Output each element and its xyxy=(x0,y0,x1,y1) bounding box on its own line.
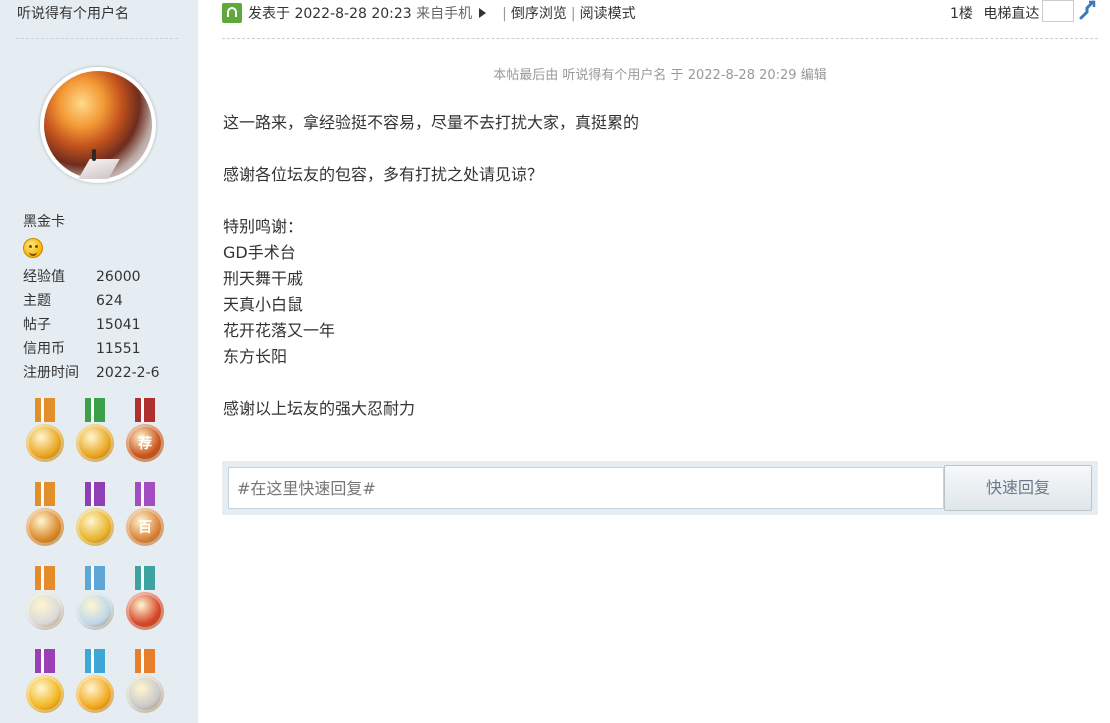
avatar-image xyxy=(44,71,152,179)
post-content: 这一路来，拿经验挺不容易，尽量不去打扰大家，真挺累的 感谢各位坛友的包容，多有打… xyxy=(223,110,639,422)
medal-disc xyxy=(76,675,114,713)
arrow-right-icon[interactable] xyxy=(479,8,487,18)
medal-disc xyxy=(76,592,114,630)
medal-disc xyxy=(26,424,64,462)
jump-arrow-icon[interactable] xyxy=(1078,0,1098,20)
medal-ribbon xyxy=(135,649,155,673)
avatar[interactable] xyxy=(40,67,156,183)
post-author-icon xyxy=(222,3,242,23)
stat-label: 信用币 xyxy=(23,341,65,357)
medal-disc xyxy=(126,675,164,713)
reverse-view-link[interactable]: 倒序浏览 xyxy=(511,6,567,22)
medal-ribbon xyxy=(85,482,105,506)
hundred-medal-icon[interactable]: 百 xyxy=(122,482,168,552)
author-sidebar: 听说得有个用户名 黑金卡 经验值 26000 主题 624 帖子 15041 信用币 1… xyxy=(0,0,198,723)
stat-label: 注册时间 xyxy=(23,365,79,381)
medal-ribbon xyxy=(35,649,55,673)
elevator-label: 电梯直达 xyxy=(983,6,1040,22)
drop-medal-icon[interactable] xyxy=(72,566,118,636)
header-divider xyxy=(222,38,1098,39)
medal-ribbon xyxy=(135,566,155,590)
sidebar-divider xyxy=(16,38,178,39)
divider: | xyxy=(502,6,507,22)
thanks-name: 天真小白鼠 xyxy=(223,295,304,314)
stat-row: 经验值 26000 xyxy=(23,265,160,289)
quick-reply-box: 快速回复 xyxy=(222,461,1098,515)
thanks-title: 特别鸣谢： xyxy=(223,217,304,236)
stat-value: 2022-2-6 xyxy=(96,365,160,381)
stat-row: 信用币 11551 xyxy=(23,337,160,361)
edit-note: 本帖最后由 听说得有个用户名 于 2022-8-28 20:29 编辑 xyxy=(493,68,827,83)
star-medal-icon[interactable] xyxy=(22,398,68,468)
circle-medal-icon[interactable] xyxy=(122,566,168,636)
stat-row: 主题 624 xyxy=(23,289,160,313)
post-line: 感谢以上坛友的强大忍耐力 xyxy=(223,399,416,418)
stat-label: 经验值 xyxy=(23,269,65,285)
thanks-name: 花开花落又一年 xyxy=(223,321,336,340)
medal-disc xyxy=(26,508,64,546)
gear-medal-icon[interactable] xyxy=(22,566,68,636)
medal-ribbon xyxy=(85,566,105,590)
eye-medal-icon[interactable] xyxy=(22,649,68,719)
stat-label: 帖子 xyxy=(23,317,51,333)
medal-ribbon xyxy=(35,482,55,506)
medal-ribbon xyxy=(85,398,105,422)
medal-disc: 百 xyxy=(126,508,164,546)
thanks-name: 东方长阳 xyxy=(223,347,288,366)
post-meta: 发表于 2022-8-28 20:23 来自手机 | 倒序浏览 | 阅读模式 xyxy=(248,3,636,23)
post-line: 感谢各位坛友的包容，多有打扰之处请见谅？ xyxy=(223,165,544,184)
stat-row: 帖子 15041 xyxy=(23,313,160,337)
floor-number: 1楼 xyxy=(950,6,973,22)
medal-ribbon xyxy=(85,649,105,673)
read-mode-link[interactable]: 阅读模式 xyxy=(580,6,636,22)
medal-disc xyxy=(76,508,114,546)
recommend-medal-icon[interactable]: 荐 xyxy=(122,398,168,468)
medal-disc xyxy=(26,592,64,630)
checker-medal-icon[interactable] xyxy=(22,482,68,552)
stat-value[interactable]: 624 xyxy=(96,293,123,309)
elevator-input[interactable] xyxy=(1042,0,1074,22)
smiley-face-icon xyxy=(23,238,43,258)
medal-ribbon xyxy=(135,398,155,422)
people-medal-icon[interactable] xyxy=(72,398,118,468)
thanks-name: 刑天舞干戚 xyxy=(223,269,304,288)
stat-value[interactable]: 26000 xyxy=(96,269,141,285)
stat-value[interactable]: 15041 xyxy=(96,317,141,333)
post-line: 这一路来，拿经验挺不容易，尽量不去打扰大家，真挺累的 xyxy=(223,113,640,132)
floor-info: 1楼 电梯直达 xyxy=(950,3,1039,23)
medal-disc xyxy=(126,592,164,630)
medal-disc xyxy=(26,675,64,713)
quick-reply-button[interactable]: 快速回复 xyxy=(944,465,1092,511)
card-medal-icon[interactable] xyxy=(72,649,118,719)
post-header: 发表于 2022-8-28 20:23 来自手机 | 倒序浏览 | 阅读模式 1楼 电梯… xyxy=(222,0,1100,26)
clock-medal-icon[interactable] xyxy=(72,482,118,552)
medal-ribbon xyxy=(35,566,55,590)
post-time: 发表于 2022-8-28 20:23 xyxy=(248,6,412,22)
from-device[interactable]: 来自手机 xyxy=(416,6,472,22)
medal-disc xyxy=(76,424,114,462)
divider: | xyxy=(570,6,576,22)
user-stats: 经验值 26000 主题 624 帖子 15041 信用币 11551 注册时间 2022… xyxy=(23,265,160,385)
user-level[interactable]: 黑金卡 xyxy=(23,211,65,231)
author-username[interactable]: 听说得有个用户名 xyxy=(17,3,129,23)
medal-ribbon xyxy=(135,482,155,506)
flower-medal-icon[interactable] xyxy=(122,649,168,719)
medal-disc: 荐 xyxy=(126,424,164,462)
stat-value[interactable]: 11551 xyxy=(96,341,141,357)
quick-reply-input[interactable] xyxy=(228,467,944,509)
stat-row: 注册时间 2022-2-6 xyxy=(23,361,160,385)
stat-label: 主题 xyxy=(23,293,51,309)
medal-ribbon xyxy=(35,398,55,422)
thanks-name: GD手术台 xyxy=(223,243,296,262)
